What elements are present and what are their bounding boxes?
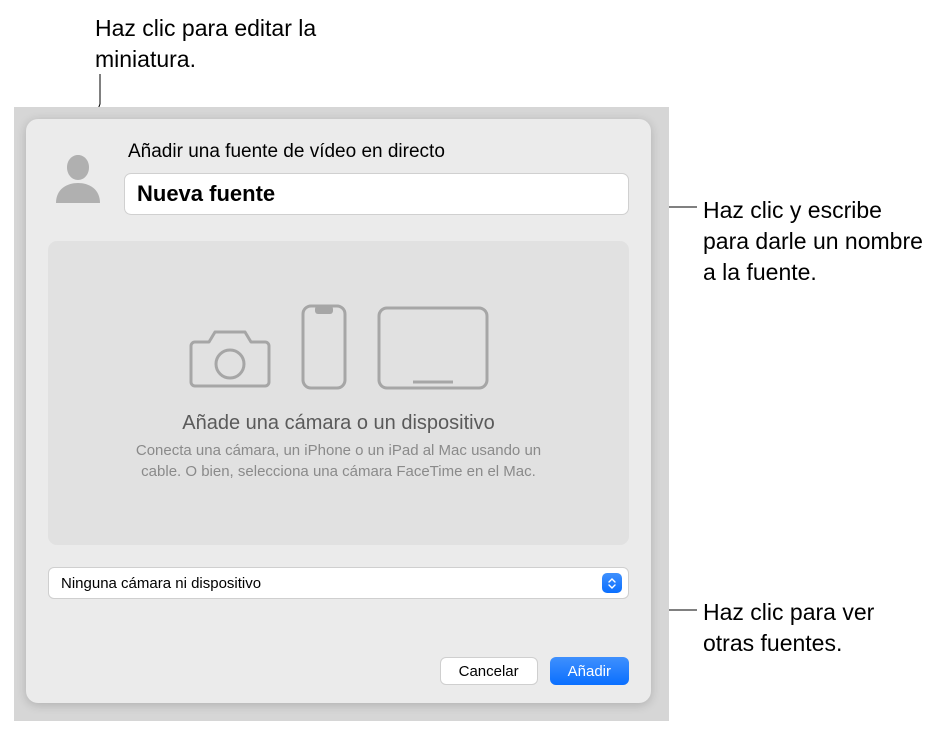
add-live-video-source-dialog: Añadir una fuente de vídeo en directo	[26, 119, 651, 703]
callout-edit-thumbnail: Haz clic para editar la miniatura.	[95, 13, 375, 75]
preview-panel: Añade una cámara o un dispositivo Conect…	[48, 241, 629, 545]
camera-icon	[189, 326, 271, 390]
thumbnail-avatar[interactable]	[48, 149, 108, 209]
dialog-title: Añadir una fuente de vídeo en directo	[128, 141, 629, 163]
dialog-header-row: Añadir una fuente de vídeo en directo	[48, 135, 629, 215]
cancel-button[interactable]: Cancelar	[440, 657, 538, 685]
dialog-header-stack: Añadir una fuente de vídeo en directo	[124, 141, 629, 215]
callout-other-sources: Haz clic para ver otras fuentes.	[703, 597, 923, 659]
updown-caret-icon	[602, 573, 622, 593]
tablet-icon	[377, 306, 489, 390]
preview-heading: Añade una cámara o un dispositivo	[182, 412, 494, 435]
dropdown-value-label: Ninguna cámara ni dispositivo	[61, 575, 261, 592]
device-icons-group	[189, 304, 489, 390]
camera-device-dropdown[interactable]: Ninguna cámara ni dispositivo	[48, 567, 629, 599]
dialog-frame: Añadir una fuente de vídeo en directo	[14, 107, 669, 721]
phone-icon	[301, 304, 347, 390]
callout-name-source: Haz clic y escribe para darle un nombre …	[703, 195, 923, 288]
preview-subtext: Conecta una cámara, un iPhone o un iPad …	[119, 441, 559, 482]
dialog-button-row: Cancelar Añadir	[440, 657, 629, 685]
person-silhouette-icon	[48, 149, 108, 209]
add-button[interactable]: Añadir	[550, 657, 629, 685]
source-name-input[interactable]	[124, 173, 629, 215]
